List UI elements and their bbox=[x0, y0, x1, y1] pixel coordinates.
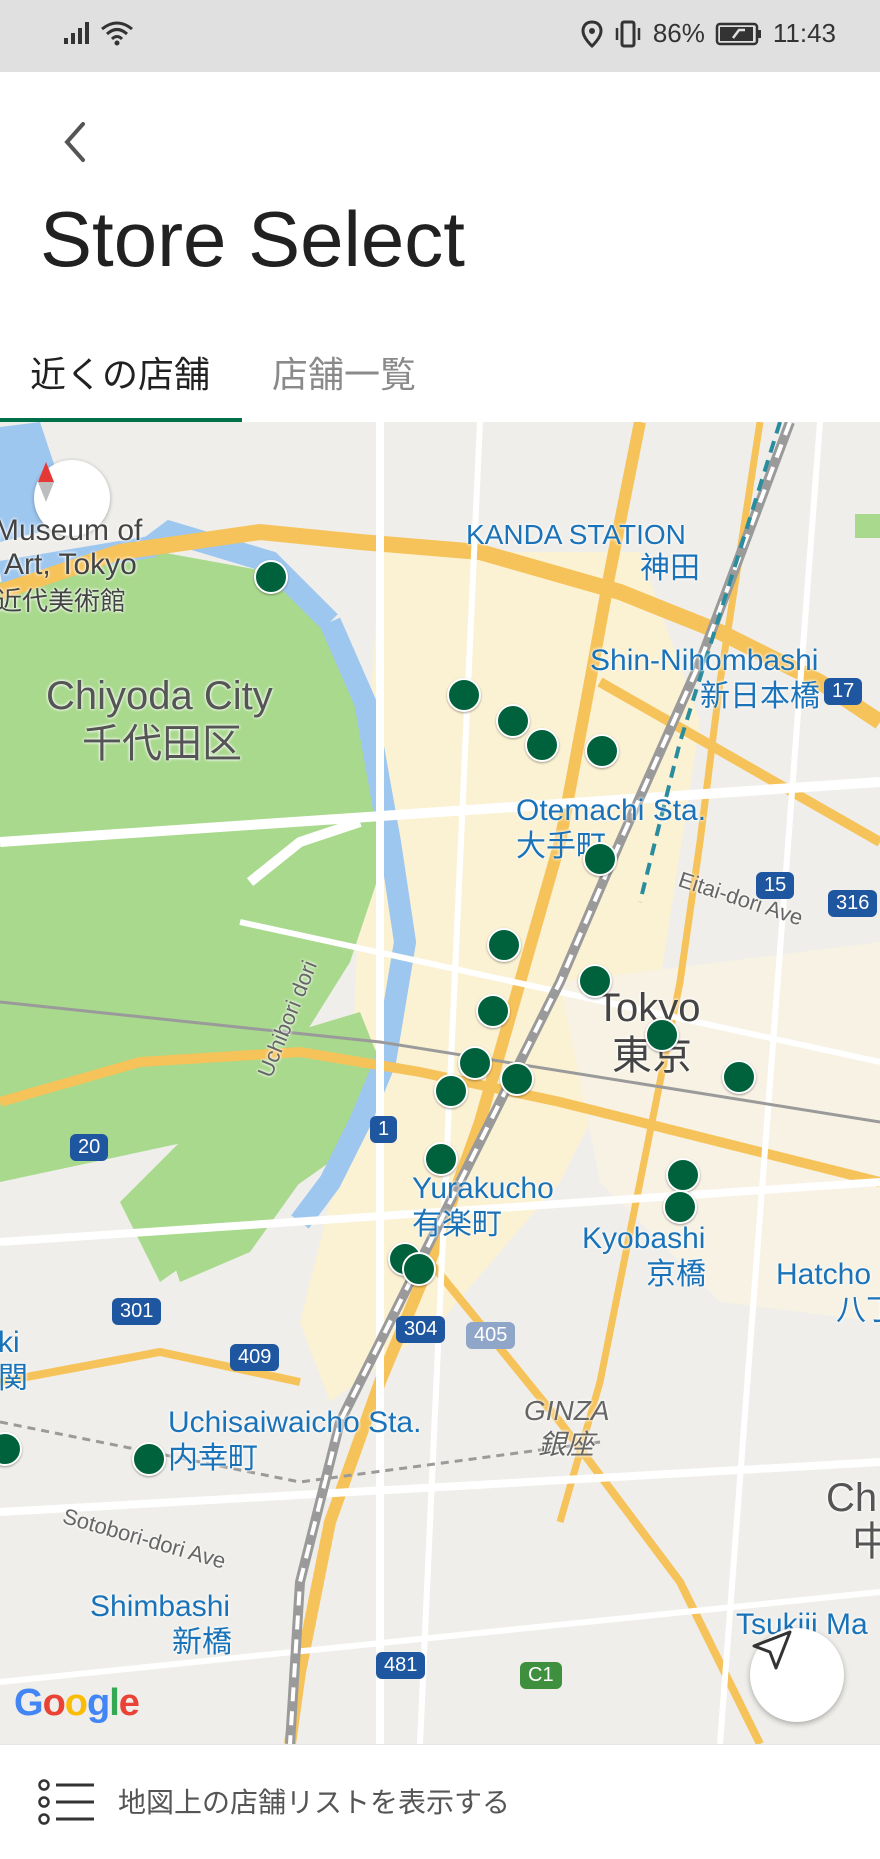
route-shield: 20 bbox=[70, 1134, 109, 1161]
page-title: Store Select bbox=[40, 195, 465, 283]
tab-bar: 近くの店舗 店舗一覧 bbox=[0, 322, 880, 422]
location-icon bbox=[581, 19, 603, 48]
map-label-museum-ja: 近代美術館 bbox=[0, 586, 127, 616]
clock: 11:43 bbox=[772, 18, 836, 48]
store-pin[interactable] bbox=[447, 678, 481, 712]
map-label-kanda-ja: 神田 bbox=[640, 552, 700, 585]
tab-nearby-stores[interactable]: 近くの店舗 bbox=[30, 322, 210, 422]
store-pin[interactable] bbox=[132, 1442, 166, 1476]
route-shield: 409 bbox=[230, 1344, 280, 1371]
store-pin[interactable] bbox=[402, 1252, 436, 1286]
compass-icon bbox=[38, 462, 54, 502]
map-label-naka-partial: 中 bbox=[852, 1520, 880, 1564]
map-label-uchisaiwaicho-ja: 内幸町 bbox=[168, 1442, 258, 1475]
map-label-ginza-ja: 銀座 bbox=[538, 1429, 595, 1460]
route-shield: 1 bbox=[370, 1116, 398, 1143]
tab-store-list[interactable]: 店舗一覧 bbox=[272, 322, 416, 422]
map-label-museum-en2: Art, Tokyo bbox=[4, 548, 137, 581]
map-label-kyobashi-en: Kyobashi bbox=[582, 1222, 706, 1255]
store-pin[interactable] bbox=[525, 728, 559, 762]
store-pin[interactable] bbox=[500, 1062, 534, 1096]
store-pin[interactable] bbox=[645, 1018, 679, 1052]
store-pin[interactable] bbox=[496, 704, 530, 738]
map-label-yurakucho-ja: 有楽町 bbox=[412, 1208, 502, 1241]
status-right: 86% 11:43 bbox=[581, 18, 836, 49]
store-list-toggle[interactable]: 地図上の店舗リストを表示する bbox=[0, 1744, 880, 1859]
map-label-hatcho-ja: 八丁 bbox=[836, 1294, 880, 1327]
my-location-button[interactable] bbox=[750, 1628, 844, 1722]
map-label-chiyoda-ja: 千代田区 bbox=[82, 722, 242, 766]
map-label-shin-nihombashi-ja: 新日本橋 bbox=[700, 680, 820, 713]
list-icon bbox=[38, 1779, 94, 1825]
map-label-seki-partial: 関 bbox=[0, 1362, 28, 1395]
signal-icon bbox=[64, 22, 89, 44]
map-label-ch-partial: Ch bbox=[826, 1476, 878, 1520]
battery-percent: 86% bbox=[652, 18, 705, 48]
map-label-shimbashi-en: Shimbashi bbox=[90, 1590, 231, 1623]
route-shield: 301 bbox=[112, 1298, 162, 1325]
map-view[interactable]: Museum of Art, Tokyo 近代美術館 Chiyoda City … bbox=[0, 422, 880, 1744]
store-list-label: 地図上の店舗リストを表示する bbox=[118, 1787, 511, 1818]
store-pin[interactable] bbox=[578, 964, 612, 998]
store-pin[interactable] bbox=[583, 842, 617, 876]
route-shield: 15 bbox=[756, 872, 795, 899]
route-shield: 405 bbox=[466, 1322, 516, 1349]
route-shield: 17 bbox=[824, 678, 863, 705]
status-left bbox=[62, 20, 134, 46]
route-shield: 316 bbox=[828, 890, 878, 917]
map-label-ki-partial: ki bbox=[0, 1326, 20, 1359]
map-label-yurakucho-en: Yurakucho bbox=[412, 1172, 554, 1205]
status-bar: 86% 11:43 bbox=[0, 0, 880, 72]
wifi-icon bbox=[101, 21, 133, 46]
map-label-chiyoda-en: Chiyoda City bbox=[46, 674, 273, 718]
map-label-uchisaiwaicho-en: Uchisaiwaicho Sta. bbox=[168, 1406, 422, 1439]
map-label-shin-nihombashi-en: Shin-Nihombashi bbox=[590, 644, 819, 677]
store-pin[interactable] bbox=[434, 1074, 468, 1108]
back-button[interactable] bbox=[44, 112, 104, 172]
route-shield: 481 bbox=[376, 1652, 426, 1679]
store-pin[interactable] bbox=[663, 1190, 697, 1224]
navigation-arrow-icon bbox=[752, 1630, 792, 1670]
google-logo: Google bbox=[14, 1682, 140, 1724]
route-shield: C1 bbox=[520, 1662, 562, 1689]
store-pin[interactable] bbox=[458, 1046, 492, 1080]
header: Store Select 近くの店舗 店舗一覧 bbox=[0, 72, 880, 422]
map-label-museum-en1: Museum of bbox=[0, 514, 143, 547]
store-pin[interactable] bbox=[424, 1142, 458, 1176]
vibrate-icon bbox=[615, 20, 641, 47]
store-pin[interactable] bbox=[487, 928, 521, 962]
map-label-ginza-en: GINZA bbox=[524, 1395, 610, 1426]
store-pin[interactable] bbox=[666, 1158, 700, 1192]
map-label-kyobashi-ja: 京橋 bbox=[646, 1258, 706, 1291]
store-pin[interactable] bbox=[722, 1060, 756, 1094]
map-label-otemachi-en: Otemachi Sta. bbox=[516, 794, 707, 827]
map-label-shimbashi-ja: 新橋 bbox=[172, 1626, 232, 1659]
store-pin[interactable] bbox=[476, 994, 510, 1028]
map-label-kanda-en: KANDA STATION bbox=[466, 519, 686, 550]
map-label-hatcho-en: Hatcho bbox=[776, 1258, 872, 1291]
store-pin[interactable] bbox=[254, 560, 288, 594]
store-pin[interactable] bbox=[585, 734, 619, 768]
chevron-left-icon bbox=[64, 122, 85, 162]
route-shield: 304 bbox=[396, 1316, 446, 1343]
battery-icon bbox=[715, 22, 761, 45]
